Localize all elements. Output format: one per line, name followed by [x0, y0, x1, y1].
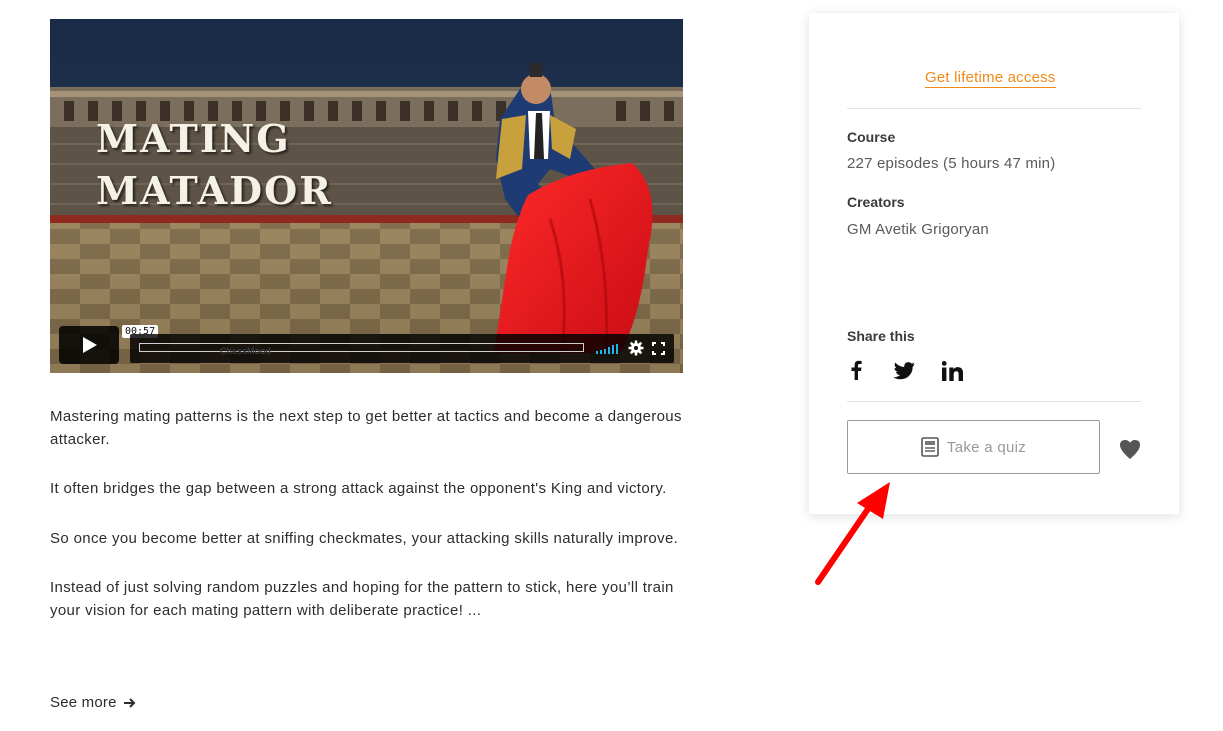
play-icon: [83, 337, 97, 353]
course-description: Mastering mating patterns is the next st…: [50, 406, 690, 649]
twitter-icon[interactable]: [893, 362, 915, 380]
course-info-card: Get lifetime access Course 227 episodes …: [809, 13, 1179, 514]
course-label: Course: [847, 129, 896, 145]
video-title-overlay: MATING MATADOR: [96, 116, 333, 213]
take-quiz-label: Take a quiz: [946, 438, 1027, 456]
description-paragraph: Instead of just solving random puzzles a…: [50, 579, 674, 619]
see-more-label: See more: [50, 694, 117, 711]
linkedin-icon[interactable]: [942, 361, 963, 381]
course-video-player[interactable]: MATING MATADOR 00:57 ChessMood: [50, 19, 683, 373]
see-more-link[interactable]: See more: [50, 694, 136, 711]
volume-icon[interactable]: [596, 344, 618, 354]
description-paragraph: So once you become better at sniffing ch…: [50, 529, 679, 547]
arrow-right-icon: [123, 697, 136, 708]
take-quiz-button[interactable]: Take a quiz: [847, 420, 1100, 474]
divider: [847, 401, 1141, 402]
video-controls-bar: ChessMood: [130, 334, 674, 363]
facebook-icon[interactable]: [851, 360, 862, 380]
heart-favorite-icon[interactable]: [1118, 438, 1142, 460]
description-paragraph: It often bridges the gap between a stron…: [50, 480, 667, 497]
fullscreen-icon[interactable]: [652, 342, 665, 355]
creator-name: GM Avetik Grigoryan: [847, 221, 989, 238]
creators-label: Creators: [847, 194, 905, 210]
quiz-document-icon: [921, 437, 939, 457]
course-episodes-value: 227 episodes (5 hours 47 min): [847, 155, 1056, 172]
progress-bar[interactable]: [139, 343, 584, 352]
divider: [847, 108, 1141, 109]
get-lifetime-access-link[interactable]: Get lifetime access: [925, 69, 1056, 88]
video-watermark: ChessMood: [220, 346, 272, 356]
share-label: Share this: [847, 328, 915, 344]
play-button[interactable]: [59, 326, 119, 364]
annotation-arrow: [815, 482, 890, 585]
settings-gear-icon[interactable]: [628, 340, 644, 356]
description-paragraph: Mastering mating patterns is the next st…: [50, 408, 682, 448]
